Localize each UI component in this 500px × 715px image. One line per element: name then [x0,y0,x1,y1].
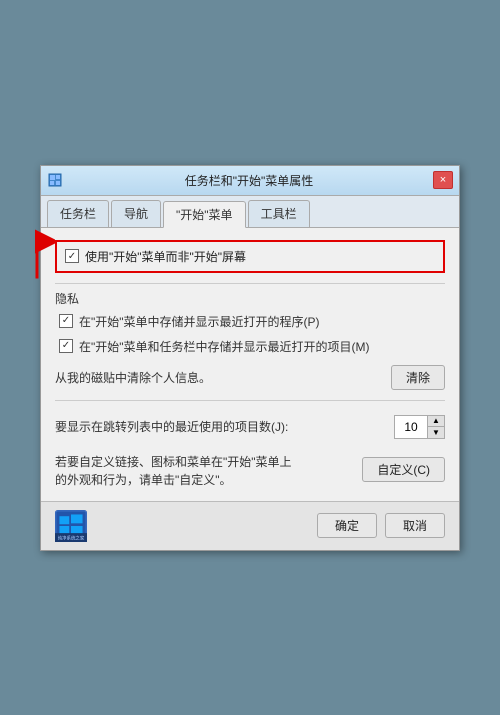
spinner-down[interactable]: ▼ [428,427,444,438]
window-title: 任务栏和"开始"菜单属性 [65,172,433,189]
arrow-annotation [19,224,55,289]
footer: 纯净系统之家 确定 取消 [41,501,459,550]
ok-button[interactable]: 确定 [317,513,377,538]
cancel-button[interactable]: 取消 [385,513,445,538]
tab-start-menu[interactable]: "开始"菜单 [163,201,246,228]
tab-navigation[interactable]: 导航 [111,200,161,227]
privacy-section-label: 隐私 [55,290,445,307]
tab-bar: 任务栏 导航 "开始"菜单 工具栏 [41,196,459,228]
main-option-text: 使用"开始"菜单而非"开始"屏幕 [85,248,246,265]
main-option-box: 使用"开始"菜单而非"开始"屏幕 [55,240,445,273]
divider-1 [55,283,445,284]
titlebar: 任务栏和"开始"菜单属性 × [41,166,459,196]
window-icon [47,172,63,188]
clear-row: 从我的磁贴中清除个人信息。 清除 [55,365,445,390]
count-row: 要显示在跳转列表中的最近使用的项目数(J): ▲ ▼ [55,415,445,439]
svg-text:纯净系统之家: 纯净系统之家 [58,534,85,541]
option2-checkbox[interactable] [59,339,73,353]
tab-taskbar[interactable]: 任务栏 [47,200,109,227]
option1-text: 在"开始"菜单中存储并显示最近打开的程序(P) [79,313,320,330]
main-checkbox[interactable] [65,249,79,263]
option2-text: 在"开始"菜单和任务栏中存储并显示最近打开的项目(M) [79,338,370,355]
tab-toolbar[interactable]: 工具栏 [248,200,310,227]
option-row-2: 在"开始"菜单和任务栏中存储并显示最近打开的项目(M) [55,338,445,355]
clear-button[interactable]: 清除 [391,365,445,390]
customize-text: 若要自定义链接、图标和菜单在"开始"菜单上的外观和行为，请单击"自定义"。 [55,453,295,489]
option1-checkbox[interactable] [59,314,73,328]
count-input[interactable] [395,416,427,438]
logo-svg: 纯净系统之家 [55,510,87,542]
count-label: 要显示在跳转列表中的最近使用的项目数(J): [55,418,288,435]
close-button[interactable]: × [433,171,453,189]
spinner-up[interactable]: ▲ [428,416,444,427]
option-row-1: 在"开始"菜单中存储并显示最近打开的程序(P) [55,313,445,330]
footer-logo: 纯净系统之家 [55,510,87,542]
tab-content: 使用"开始"菜单而非"开始"屏幕 隐私 在"开始"菜单中存储并显示最近打开的程序 [41,228,459,501]
divider-2 [55,400,445,401]
customize-button[interactable]: 自定义(C) [362,457,445,482]
count-spinner: ▲ ▼ [394,415,445,439]
main-window: 任务栏和"开始"菜单属性 × 任务栏 导航 "开始"菜单 工具栏 使用"开始"菜… [40,165,460,551]
spinner-buttons: ▲ ▼ [427,416,444,438]
customize-row: 若要自定义链接、图标和菜单在"开始"菜单上的外观和行为，请单击"自定义"。 自定… [55,453,445,489]
main-option-label[interactable]: 使用"开始"菜单而非"开始"屏幕 [65,248,246,265]
clear-label: 从我的磁贴中清除个人信息。 [55,369,211,386]
